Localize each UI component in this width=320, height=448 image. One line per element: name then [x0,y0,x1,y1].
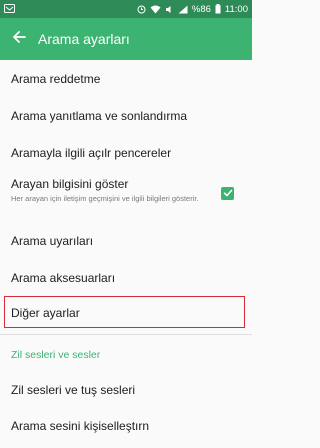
list-item-label: Arama yanıtlama ve sonlandırma [11,109,188,123]
list-item-answer-end[interactable]: Arama yanıtlama ve sonlandırma [0,97,252,135]
battery-icon [215,4,221,14]
section-header: Zil sesleri ve sesler [11,349,101,361]
signal-icon [178,5,188,14]
highlight-box [4,296,245,328]
page-title: Arama ayarları [38,31,130,47]
check-icon [223,187,233,201]
list-item-call-reject[interactable]: Arama reddetme [0,60,252,97]
app-bar: Arama ayarları [0,18,252,60]
back-button[interactable] [2,18,36,60]
notification-icon [4,4,15,14]
list-item-label: Arama aksesuarları [11,271,116,285]
list-item-personalize-sound[interactable]: Arama sesini kişiselleştırn [0,410,252,448]
list-item-label: Arama sesini kişiselleştırn [11,419,150,433]
list-item-label: Arayan bilgisini göster [11,177,129,191]
list-item-call-accessories[interactable]: Arama aksesuarları [0,259,252,296]
status-bar: %86 11:00 [0,0,252,18]
alarm-icon [137,5,146,14]
clock: 11:00 [224,3,248,15]
list-item-label: Aramayla ilgili açılr pencereler [11,146,172,160]
mute-icon [165,5,174,14]
list-item-call-alerts[interactable]: Arama uyarıları [0,221,252,259]
list-item-caller-info[interactable]: Arayan bilgisini göster Her arayan için … [0,172,252,221]
list-item-popups[interactable]: Aramayla ilgili açılr pencereler [0,135,252,172]
list-item-label: Arama uyarıları [11,234,94,248]
battery-percent: %86 [191,3,211,15]
arrow-left-icon [12,30,26,49]
list-item-subtext: Her arayan için iletişim geçmişini ve il… [11,194,199,203]
status-indicators: %86 11:00 [137,4,248,15]
status-notifications [4,4,15,14]
list-item-label: Arama reddetme [11,72,101,86]
list-item-ringtones[interactable]: Zil sesleri ve tuş sesleri [0,374,252,410]
list-item-label: Zil sesleri ve tuş sesleri [11,383,136,397]
wifi-icon [150,5,161,14]
caller-info-checkbox[interactable] [221,187,234,200]
divider [0,334,252,335]
